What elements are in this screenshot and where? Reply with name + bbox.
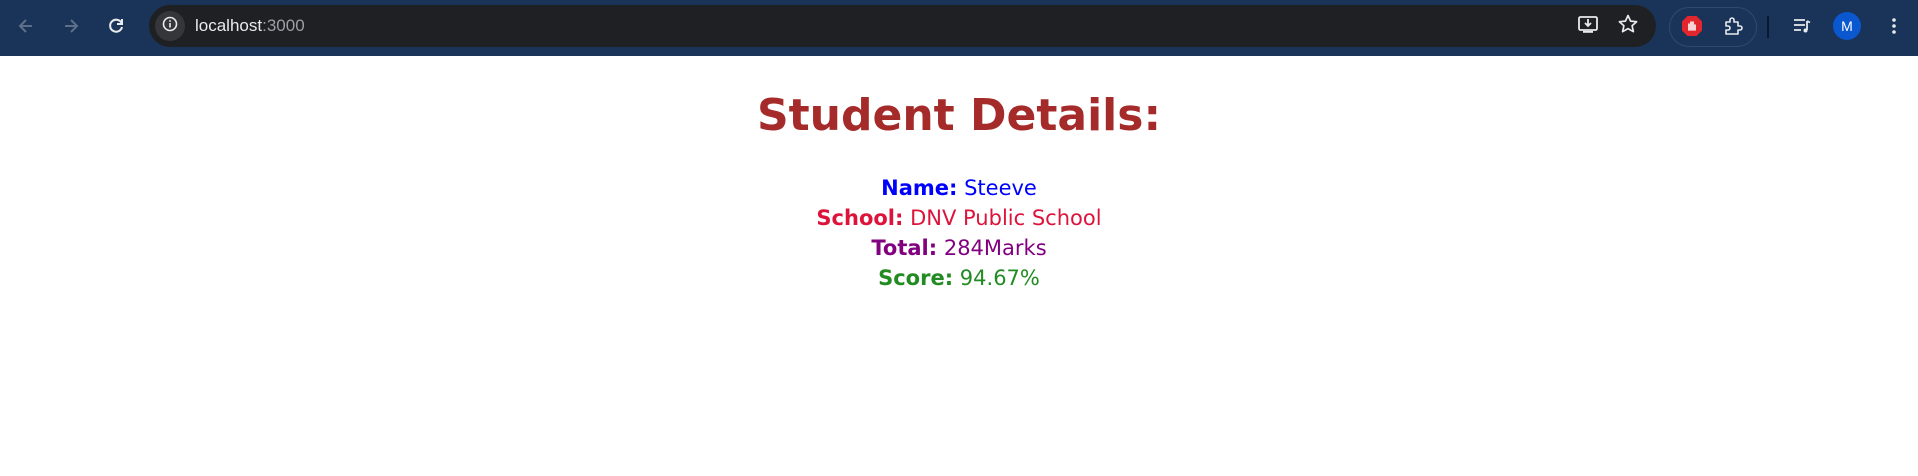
extensions-button[interactable] xyxy=(1720,15,1746,41)
address-bar[interactable]: localhost:3000 xyxy=(149,5,1656,47)
url-port: :3000 xyxy=(262,16,305,35)
star-icon xyxy=(1617,13,1639,39)
menu-button[interactable] xyxy=(1877,11,1911,45)
url-host: localhost xyxy=(195,16,263,35)
arrow-left-icon xyxy=(16,16,36,40)
browser-toolbar: localhost:3000 M xyxy=(0,0,1918,56)
stop-hand-icon xyxy=(1680,14,1704,42)
detail-value: Steeve xyxy=(964,175,1037,200)
puzzle-icon xyxy=(1722,15,1744,41)
detail-total: Total: 284Marks xyxy=(0,233,1918,263)
detail-name: Name: Steeve xyxy=(0,173,1918,203)
detail-label: Total: xyxy=(871,235,938,260)
toolbar-separator xyxy=(1767,16,1769,38)
page-title: Student Details: xyxy=(756,90,1162,141)
blocker-extension-button[interactable] xyxy=(1679,15,1705,41)
reload-icon xyxy=(106,16,126,40)
profile-avatar[interactable]: M xyxy=(1833,12,1861,40)
extensions-group xyxy=(1669,7,1757,47)
detail-score: Score: 94.67% xyxy=(0,263,1918,293)
arrow-right-icon xyxy=(61,16,81,40)
kebab-menu-icon xyxy=(1884,16,1904,40)
detail-school: School: DNV Public School xyxy=(0,203,1918,233)
back-button[interactable] xyxy=(9,11,43,45)
forward-button[interactable] xyxy=(54,11,88,45)
detail-value: 284Marks xyxy=(943,235,1047,260)
reload-button[interactable] xyxy=(99,11,133,45)
info-icon xyxy=(162,16,178,36)
detail-value: 94.67% xyxy=(959,265,1040,290)
install-app-icon xyxy=(1577,13,1599,39)
url-text[interactable]: localhost:3000 xyxy=(195,5,305,47)
bookmark-button[interactable] xyxy=(1615,13,1641,39)
student-details: Name: Steeve School: DNV Public School T… xyxy=(0,173,1918,293)
detail-label: Score: xyxy=(878,265,954,290)
detail-value: DNV Public School xyxy=(910,205,1102,230)
media-queue-icon xyxy=(1791,15,1813,41)
install-app-button[interactable] xyxy=(1575,13,1601,39)
detail-label: School: xyxy=(816,205,904,230)
detail-label: Name: xyxy=(881,175,958,200)
page-content: Student Details: Name: Steeve School: DN… xyxy=(0,90,1918,293)
site-info-button[interactable] xyxy=(155,11,185,41)
media-button[interactable] xyxy=(1785,11,1819,45)
